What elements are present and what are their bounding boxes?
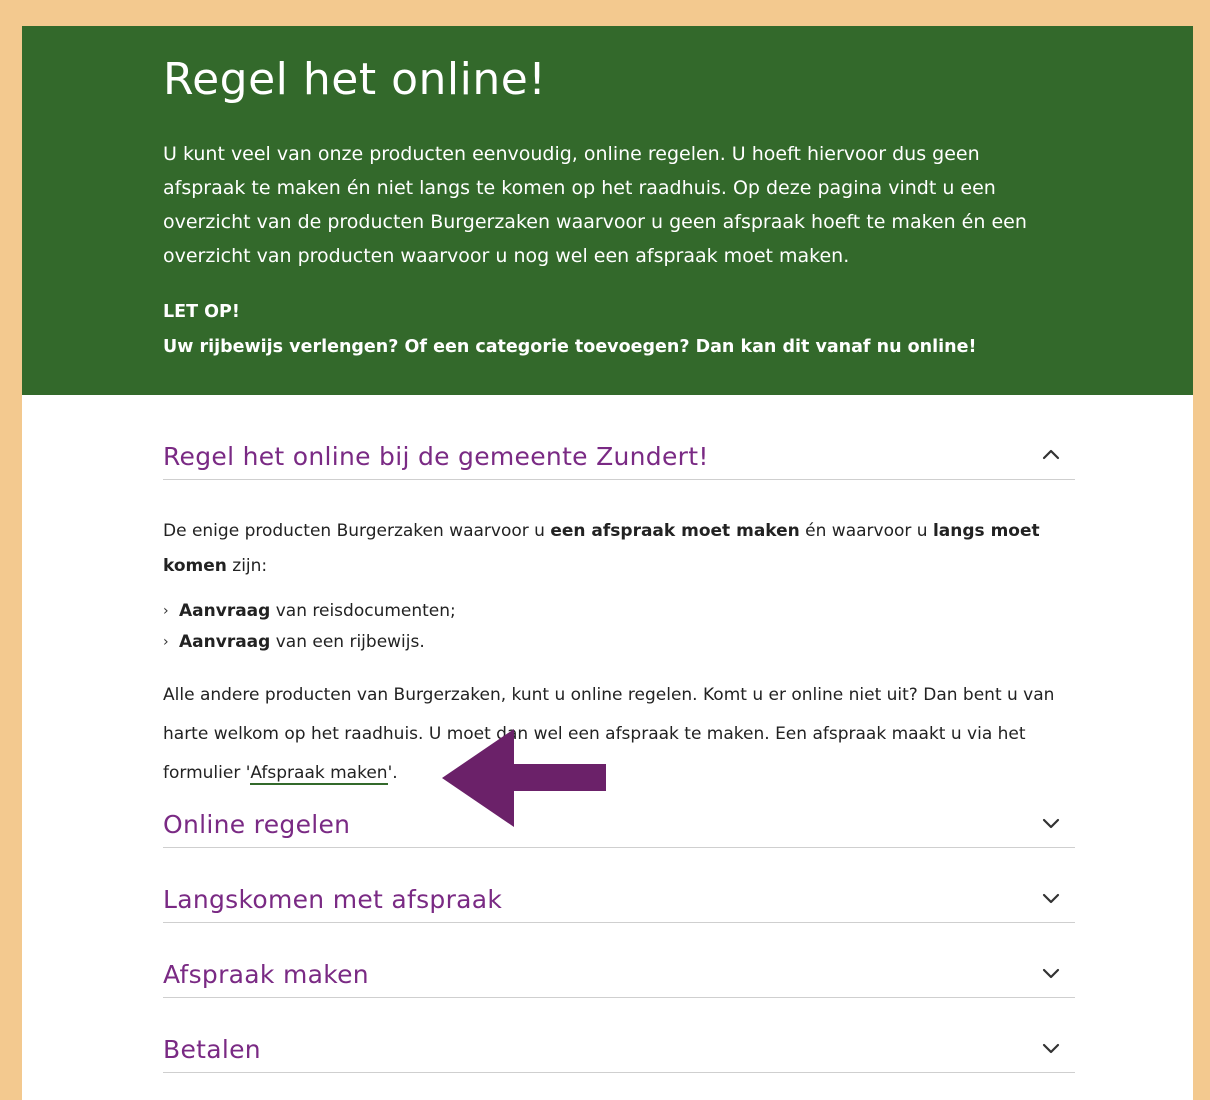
accordion-header-langskomen[interactable]: Langskomen met afspraak xyxy=(163,877,1075,923)
text-span: '. xyxy=(387,763,398,783)
accordion-title: Online regelen xyxy=(163,810,351,839)
notice-title: LET OP! xyxy=(163,302,240,322)
text-span: én waarvoor u xyxy=(799,521,933,541)
chevron-down-icon xyxy=(1042,1043,1060,1054)
afspraak-maken-link[interactable]: Afspraak maken xyxy=(250,763,388,785)
chevron-down-icon xyxy=(1042,893,1060,904)
chevron-up-icon xyxy=(1042,449,1060,460)
accordion-title: Langskomen met afspraak xyxy=(163,885,503,914)
chevron-down-icon xyxy=(1042,818,1060,829)
accordion-title: Betalen xyxy=(163,1035,261,1064)
accordion-header-betalen[interactable]: Betalen xyxy=(163,1027,1075,1073)
hero-banner: Regel het online! U kunt veel van onze p… xyxy=(22,26,1193,395)
chevron-down-icon xyxy=(1042,968,1060,979)
accordion-paragraph-1: De enige producten Burgerzaken waarvoor … xyxy=(163,514,1063,584)
text-span: De enige producten Burgerzaken waarvoor … xyxy=(163,521,551,541)
hero-notice: LET OP! Uw rijbewijs verlengen? Of een c… xyxy=(163,295,1063,365)
accordion-title: Afspraak maken xyxy=(163,960,369,989)
chevron-right-icon: › xyxy=(163,603,169,619)
accordion-header-online-regelen[interactable]: Online regelen xyxy=(163,802,1075,848)
bold-span: Aanvraag xyxy=(179,601,271,621)
page-title: Regel het online! xyxy=(163,54,547,105)
accordion-header-afspraak-maken[interactable]: Afspraak maken xyxy=(163,952,1075,998)
text-span: zijn: xyxy=(226,556,268,576)
page-frame: Regel het online! U kunt veel van onze p… xyxy=(22,26,1193,1100)
text-span: van reisdocumenten; xyxy=(270,601,456,621)
text-span: van een rijbewijs. xyxy=(270,632,425,652)
list-item: › Aanvraag van een rijbewijs. xyxy=(163,627,1063,658)
accordion-header-regel-online[interactable]: Regel het online bij de gemeente Zundert… xyxy=(163,434,1075,480)
notice-text: Uw rijbewijs verlengen? Of een categorie… xyxy=(163,337,977,357)
bold-span: Aanvraag xyxy=(179,632,271,652)
accordion-title: Regel het online bij de gemeente Zundert… xyxy=(163,442,709,471)
accordion-paragraph-2: Alle andere producten van Burgerzaken, k… xyxy=(163,676,1063,793)
bold-span: een afspraak moet maken xyxy=(550,521,800,541)
bullet-list: › Aanvraag van reisdocumenten; › Aanvraag … xyxy=(163,596,1063,658)
hero-intro-text: U kunt veel van onze producten eenvoudig… xyxy=(163,143,1027,267)
chevron-right-icon: › xyxy=(163,634,169,650)
list-item: › Aanvraag van reisdocumenten; xyxy=(163,596,1063,627)
